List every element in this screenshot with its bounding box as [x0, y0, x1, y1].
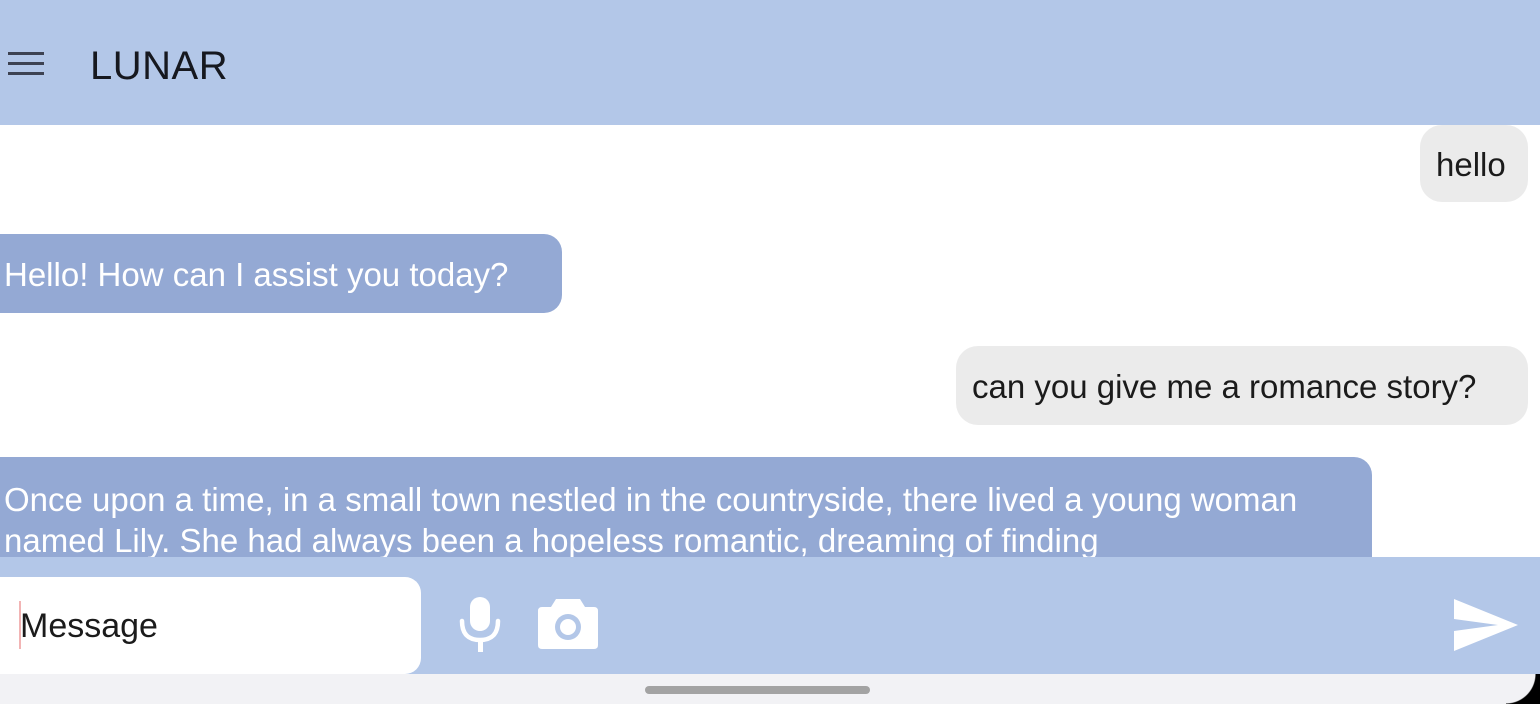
- app-header: LUNAR: [0, 0, 1540, 125]
- message-input-placeholder: Message: [20, 607, 158, 645]
- menu-bar-line: [8, 62, 44, 65]
- microphone-icon[interactable]: [456, 595, 506, 655]
- chat-app-screen: LUNAR hello Hello! How can I assist you …: [0, 0, 1540, 704]
- hamburger-menu-icon[interactable]: [0, 40, 52, 88]
- assistant-message-bubble: Once upon a time, in a small town nestle…: [0, 457, 1372, 557]
- camera-icon[interactable]: [536, 595, 600, 651]
- screen-corner: [1506, 674, 1540, 704]
- send-icon-graphic: [1454, 599, 1518, 651]
- camera-icon-graphic: [538, 599, 598, 649]
- system-navigation-bar: [0, 674, 1540, 704]
- user-message-bubble: hello: [1420, 125, 1528, 202]
- menu-bar-line: [8, 52, 44, 55]
- assistant-message-bubble: Hello! How can I assist you today?: [0, 234, 562, 313]
- user-message-bubble: can you give me a romance story?: [956, 346, 1528, 425]
- chat-messages-list[interactable]: hello Hello! How can I assist you today?…: [0, 125, 1540, 557]
- message-composer-bar: Message: [0, 557, 1540, 674]
- home-indicator[interactable]: [645, 686, 870, 694]
- app-title: LUNAR: [90, 44, 229, 88]
- message-input[interactable]: Message: [0, 577, 421, 674]
- microphone-icon-graphic: [459, 597, 501, 652]
- send-icon[interactable]: [1450, 593, 1522, 657]
- menu-bar-line: [8, 72, 44, 75]
